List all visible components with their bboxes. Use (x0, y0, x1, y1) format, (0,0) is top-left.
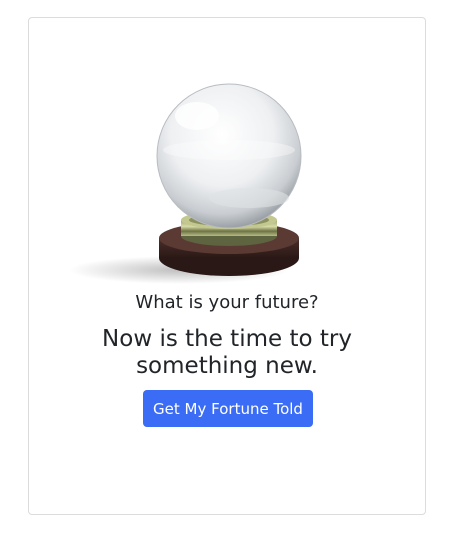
fortune-text: Now is the time to try something new. (102, 326, 352, 379)
fortune-question: What is your future? (135, 292, 319, 313)
get-fortune-button[interactable]: Get My Fortune Told (143, 390, 313, 427)
fortune-card: What is your future? Now is the time to … (28, 17, 426, 515)
crystal-ball-image (69, 58, 379, 288)
